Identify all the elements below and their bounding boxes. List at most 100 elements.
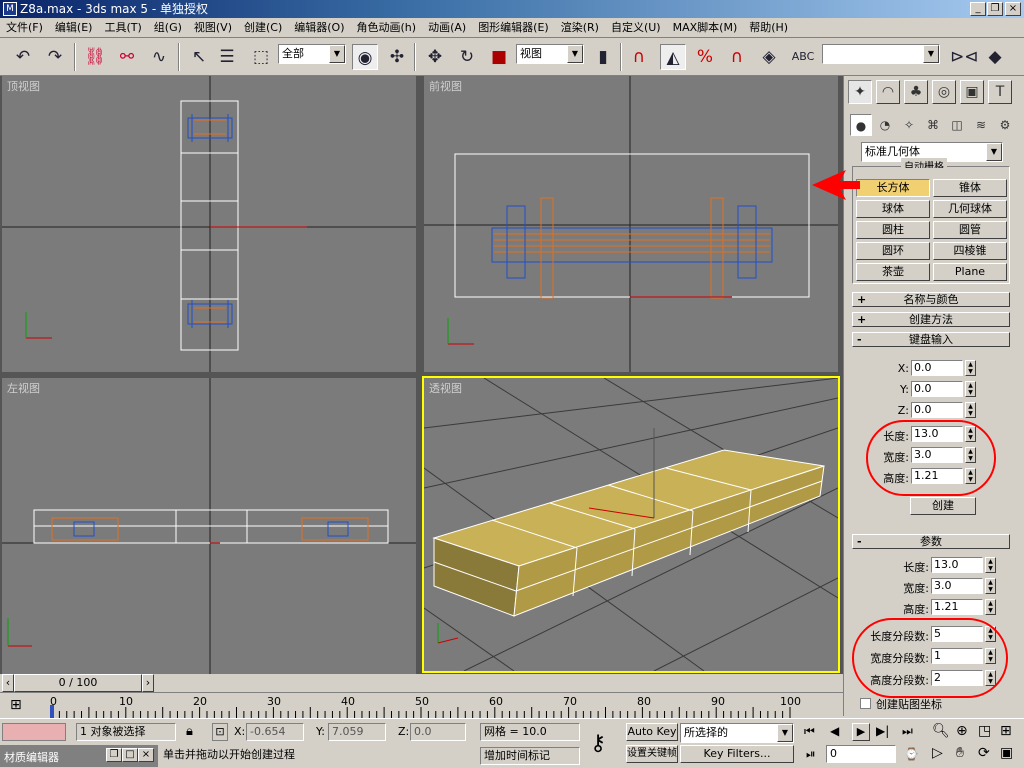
region-select-icon[interactable]: ⬚ [248,44,274,70]
set-key-button[interactable]: 设置关键帧 [626,745,678,763]
zoom-icon[interactable]: 🔍︎ [932,723,950,739]
rollout-keyboard-entry[interactable]: - 键盘输入 [852,332,1010,347]
gen-map-checkbox[interactable] [860,698,871,709]
cone-button[interactable]: 锥体 [933,179,1007,197]
menu-animation[interactable]: 动画(A) [422,18,472,38]
menu-customize[interactable]: 自定义(U) [605,18,667,38]
key-filters-button[interactable]: Key Filters... [680,745,794,763]
arc-rotate-icon[interactable]: ⟳ [978,745,990,761]
align-icon[interactable]: ◆ [982,44,1008,70]
sphere-button[interactable]: 球体 [856,200,930,218]
curve-editor-icon[interactable]: ⊞ [10,697,22,713]
minimize-button[interactable]: _ [970,2,986,16]
move-icon[interactable]: ✥ [422,44,448,70]
kb-z-field[interactable]: 0.0 [911,402,963,418]
maxscript-listener[interactable] [2,723,66,741]
spinner-icon[interactable]: ▲ ▼ [985,557,996,573]
create-tab-icon[interactable]: ✦ [848,80,872,104]
menu-rendering[interactable]: 渲染(R) [555,18,605,38]
angle-snap-icon[interactable]: % [692,44,718,70]
create-button[interactable]: 创建 [910,497,976,515]
mirror-icon[interactable]: ⊳⊲ [950,44,979,70]
spinner-icon[interactable]: ▲ ▼ [965,381,976,397]
viewport-label-perspective[interactable]: 透视图 [429,380,462,396]
auto-key-button[interactable]: Auto Key [626,723,678,741]
select-arrow-icon[interactable]: ↖ [186,44,212,70]
spinner-snap-icon[interactable]: ∩ [724,44,750,70]
maximize-icon[interactable]: □ [122,748,138,762]
named-selection-dropdown[interactable]: ▼ [822,44,940,64]
menu-tools[interactable]: 工具(T) [98,18,147,38]
zoom-extents-all-icon[interactable]: ⊞ [1000,723,1012,739]
edit-named-selection-icon[interactable]: ◈ [756,44,782,70]
prev-frame-icon[interactable]: ◀ [830,724,839,738]
viewport-perspective[interactable]: 透视图 [422,376,840,673]
time-config-icon[interactable]: ⌚ [904,747,919,761]
motion-tab-icon[interactable]: ◎ [932,80,956,104]
material-editor-taskbar[interactable]: 材质编辑器 ❐ □ × [0,745,158,767]
snap-toggle-icon[interactable]: ◭ [660,44,686,70]
goto-end-icon[interactable]: ⏭ [902,724,913,739]
systems-icon[interactable]: ⚙ [994,114,1016,136]
teapot-button[interactable]: 茶壶 [856,263,930,281]
undo-icon[interactable]: ↶ [10,44,36,70]
display-tab-icon[interactable]: ▣ [960,80,984,104]
zoom-extents-icon[interactable]: ◳ [978,723,991,739]
next-arrow-icon[interactable]: › [142,674,154,692]
y-coord-field[interactable]: 7.059 [328,723,386,741]
viewport-label-front[interactable]: 前视图 [429,78,462,94]
lock-icon[interactable]: 🔒︎ [186,724,193,739]
rollout-creation-method[interactable]: + 创建方法 [852,312,1010,327]
spinner-icon[interactable]: ▲ ▼ [965,360,976,376]
helpers-icon[interactable]: ◫ [946,114,968,136]
maximize-viewport-icon[interactable]: ▣ [1000,745,1013,761]
select-manipulate-icon[interactable]: ∩ [626,44,652,70]
param-width-field[interactable]: 3.0 [931,578,983,594]
abc-named-sets-icon[interactable]: ABC [790,44,816,70]
app-icon[interactable]: M [3,2,17,16]
add-time-tag[interactable]: 增加时间标记 [480,747,580,765]
prev-arrow-icon[interactable]: ‹ [2,674,14,692]
select-move-manipulator-icon[interactable]: ✣ [384,44,410,70]
unlink-icon[interactable]: ⚯ [114,44,140,70]
box-button[interactable]: 长方体 [856,179,930,197]
param-height-field[interactable]: 1.21 [931,599,983,615]
spinner-icon[interactable]: ▲ ▼ [985,599,996,615]
lights-icon[interactable]: ✧ [898,114,920,136]
menu-create[interactable]: 创建(C) [238,18,288,38]
z-coord-field[interactable]: 0.0 [410,723,466,741]
menu-views[interactable]: 视图(V) [188,18,238,38]
menu-character[interactable]: 角色动画(h) [351,18,423,38]
rotate-icon[interactable]: ↻ [454,44,480,70]
absolute-mode-icon[interactable]: ⊡ [212,723,228,741]
spinner-icon[interactable]: ▲ ▼ [985,578,996,594]
viewport-left[interactable]: 左视图 [2,378,416,674]
geometry-icon[interactable]: ● [850,114,872,136]
hierarchy-tab-icon[interactable]: ♣ [904,80,928,104]
window-crossing-icon[interactable]: ◉ [352,44,378,70]
selection-set-dropdown[interactable]: 所选择的 ▼ [680,723,794,743]
pivot-center-icon[interactable]: ▮ [590,44,616,70]
field-of-view-icon[interactable]: ▷ [932,745,943,761]
menu-group[interactable]: 组(G) [148,18,188,38]
selection-filter-dropdown[interactable]: 全部 ▼ [278,44,346,64]
param-length-field[interactable]: 13.0 [931,557,983,573]
time-slider-thumb[interactable]: 0 / 100 [14,674,142,692]
plane-button[interactable]: Plane [933,263,1007,281]
menu-edit[interactable]: 编辑(E) [49,18,99,38]
menu-modifiers[interactable]: 编辑器(O) [288,18,350,38]
spacewarps-icon[interactable]: ≋ [970,114,992,136]
maximize-button[interactable]: ❐ [987,2,1003,16]
next-frame-icon[interactable]: ▶| [876,724,889,738]
close-icon[interactable]: × [138,748,154,762]
play-icon[interactable]: ▶ [852,723,870,741]
shapes-icon[interactable]: ◔ [874,114,896,136]
viewport-label-left[interactable]: 左视图 [7,380,40,396]
restore-icon[interactable]: ❐ [106,748,122,762]
pyramid-button[interactable]: 四棱锥 [933,242,1007,260]
menu-maxscript[interactable]: MAX脚本(M) [667,18,744,38]
viewport-label-top[interactable]: 顶视图 [7,78,40,94]
key-mode-icon[interactable]: ⏯ [806,747,816,762]
scale-icon[interactable]: ■ [486,44,512,70]
close-button[interactable]: × [1005,2,1021,16]
